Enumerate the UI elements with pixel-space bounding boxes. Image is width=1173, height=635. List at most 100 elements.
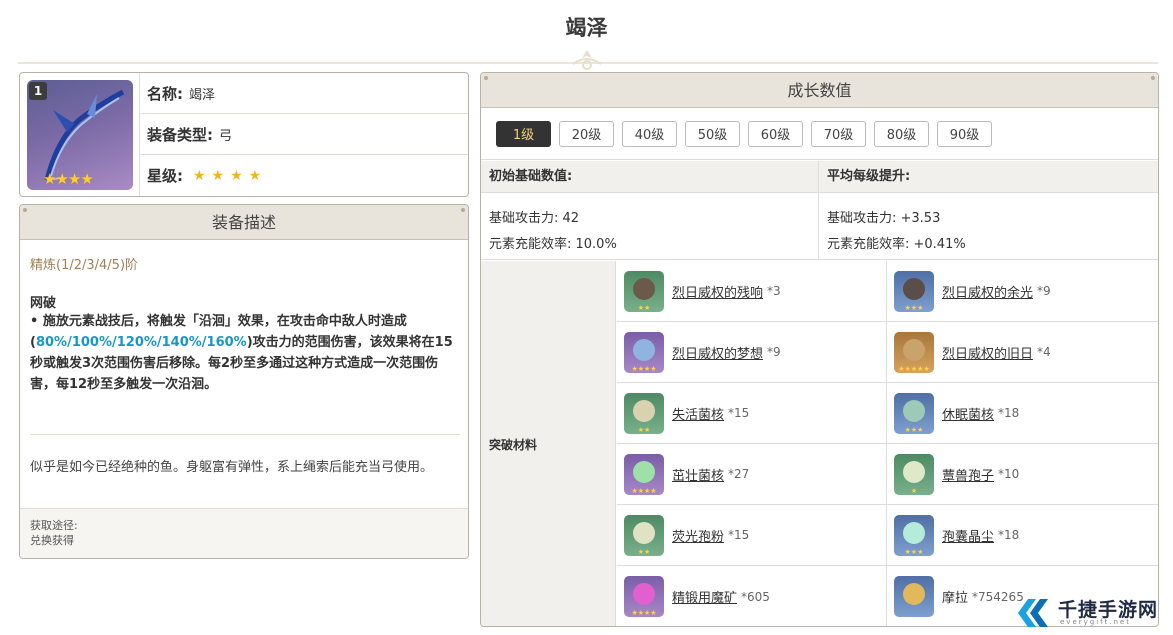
material-item: ★★★★ 烈日威权的梦想 *9 <box>617 322 886 383</box>
material-core-icon <box>903 583 925 605</box>
rarity-label: 星级: <box>147 167 183 185</box>
level-button-6[interactable]: 80级 <box>874 120 929 147</box>
page-title: 竭泽 <box>565 16 608 40</box>
material-core-icon <box>633 338 655 361</box>
material-name-link[interactable]: 蕈兽孢子 <box>942 465 994 484</box>
level-button-0[interactable]: 1级 <box>496 120 551 147</box>
level-button-3[interactable]: 50级 <box>685 120 740 147</box>
name-value: 竭泽 <box>189 87 216 103</box>
material-count: *9 <box>1037 284 1051 298</box>
material-icon: ★★★★ <box>624 453 664 495</box>
material-core-icon <box>633 583 655 605</box>
base-stats: 基础攻击力: 42 元素充能效率: 10.0% <box>481 194 818 260</box>
material-stars: ★★★★ <box>631 364 657 373</box>
corner-dot <box>23 208 27 212</box>
material-stars: ★★ <box>637 547 651 556</box>
source-box: 获取途径: 兑换获得 <box>20 508 468 558</box>
source-label: 获取途径: <box>30 519 78 532</box>
description-header: 装备描述 <box>20 205 468 240</box>
base-er: 元素充能效率: 10.0% <box>489 237 617 252</box>
material-item: ★★★ 休眠菌核 *18 <box>887 383 1158 444</box>
level-button-5[interactable]: 70级 <box>811 120 866 147</box>
material-count: *4 <box>1037 345 1051 359</box>
level-button-7[interactable]: 90级 <box>937 120 992 147</box>
refine-level-badge: 1 <box>29 82 47 100</box>
material-name-link[interactable]: 烈日威权的梦想 <box>672 343 763 362</box>
watermark: 千捷手游网 everygift.net <box>1014 595 1169 635</box>
rarity-stars: ★★★★ <box>193 167 268 184</box>
material-stars: ★★★★★ <box>898 364 930 373</box>
material-icon: ★★ <box>624 270 664 312</box>
material-stars: ★★★★ <box>631 486 657 495</box>
material-icon: ★★★ <box>894 270 934 312</box>
material-stars: ★★★ <box>904 425 924 434</box>
material-item: ★★ 荧光孢粉 *15 <box>617 505 886 566</box>
material-item: ★ 蕈兽孢子 *10 <box>887 444 1158 505</box>
corner-dot <box>484 76 488 80</box>
material-icon <box>894 576 934 617</box>
material-core-icon <box>903 338 925 361</box>
name-label: 名称: <box>147 84 183 103</box>
material-icon: ★★ <box>624 514 664 556</box>
material-core-icon <box>903 399 925 422</box>
weapon-rarity-stars: ★★★★ <box>43 170 94 188</box>
material-item: ★★★ 孢囊晶尘 *18 <box>887 505 1158 566</box>
materials-label: 突破材料 <box>481 261 616 626</box>
growth-title: 成长数值 <box>787 81 852 100</box>
material-name-link[interactable]: 失活菌核 <box>672 404 724 423</box>
description-panel: 装备描述 精炼(1/2/3/4/5)阶 网破 • 施放元素战技后，将触发「沿洄」… <box>19 204 469 559</box>
material-core-icon <box>903 277 925 300</box>
material-item: ★★★ 烈日威权的余光 *9 <box>887 261 1158 322</box>
material-icon: ★★★ <box>894 392 934 434</box>
material-count: *605 <box>741 589 770 604</box>
type-value: 弓 <box>219 128 233 144</box>
watermark-logo-icon <box>1018 599 1048 627</box>
material-count: *18 <box>998 406 1020 420</box>
material-stars: ★★ <box>637 425 651 434</box>
flavor-text: 似乎是如今已经绝种的鱼。身躯富有弹性，系上绳索后能充当弓使用。 <box>30 460 434 475</box>
weapon-image-cell: 1 ★★★★ <box>20 73 140 196</box>
material-stars: ★★★ <box>904 547 924 556</box>
base-stats-header: 初始基础数值: <box>481 161 818 193</box>
material-name-link[interactable]: 孢囊晶尘 <box>942 526 994 545</box>
material-name-link[interactable]: 烈日威权的旧日 <box>942 343 1033 362</box>
material-item: ★★ 失活菌核 *15 <box>617 383 886 444</box>
watermark-subtext: everygift.net <box>1060 618 1131 626</box>
level-button-4[interactable]: 60级 <box>748 120 803 147</box>
material-icon: ★★★★★ <box>894 331 934 373</box>
material-name-link[interactable]: 茁壮菌核 <box>672 465 724 484</box>
material-icon: ★★★★ <box>624 331 664 373</box>
corner-dot <box>461 208 465 212</box>
material-stars: ★★★★ <box>631 609 657 617</box>
material-icon: ★★★★ <box>624 576 664 617</box>
material-core-icon <box>633 460 655 483</box>
material-name-link[interactable]: 烈日威权的余光 <box>942 282 1033 301</box>
material-count: *27 <box>728 467 750 481</box>
material-name-link[interactable]: 精锻用魔矿 <box>672 587 737 606</box>
level-button-2[interactable]: 40级 <box>622 120 677 147</box>
level-button-1[interactable]: 20级 <box>559 120 614 147</box>
type-label: 装备类型: <box>147 125 213 144</box>
info-row-type: 装备类型: 弓 <box>141 114 468 155</box>
material-count: *15 <box>728 406 750 420</box>
material-name-link[interactable]: 休眠菌核 <box>942 404 994 423</box>
material-item: ★★ 烈日威权的残响 *3 <box>617 261 886 322</box>
material-icon: ★★★ <box>894 514 934 556</box>
base-atk: 基础攻击力: 42 <box>489 211 580 226</box>
material-icon: ★ <box>894 453 934 495</box>
material-count: *9 <box>767 345 781 359</box>
material-item: ★★★★ 精锻用魔矿 *605 <box>617 566 886 626</box>
ornament-icon <box>572 50 602 70</box>
material-stars: ★★★ <box>904 303 924 312</box>
inc-atk: 基础攻击力: +3.53 <box>827 211 941 226</box>
refine-text: 精炼(1/2/3/4/5)阶 <box>30 258 139 273</box>
material-count: *3 <box>767 284 781 298</box>
material-item: ★★★★★ 烈日威权的旧日 *4 <box>887 322 1158 383</box>
growth-header: 成长数值 <box>481 73 1158 108</box>
info-row-name: 名称: 竭泽 <box>141 73 468 114</box>
material-name-link[interactable]: 荧光孢粉 <box>672 526 724 545</box>
source-value: 兑换获得 <box>30 534 74 547</box>
description-title: 装备描述 <box>211 213 276 232</box>
material-name-link[interactable]: 烈日威权的残响 <box>672 282 763 301</box>
growth-panel: 成长数值 1级 20级 40级 50级 60级 70级 80级 90级 初始基础数值: 平均每… <box>480 72 1159 627</box>
